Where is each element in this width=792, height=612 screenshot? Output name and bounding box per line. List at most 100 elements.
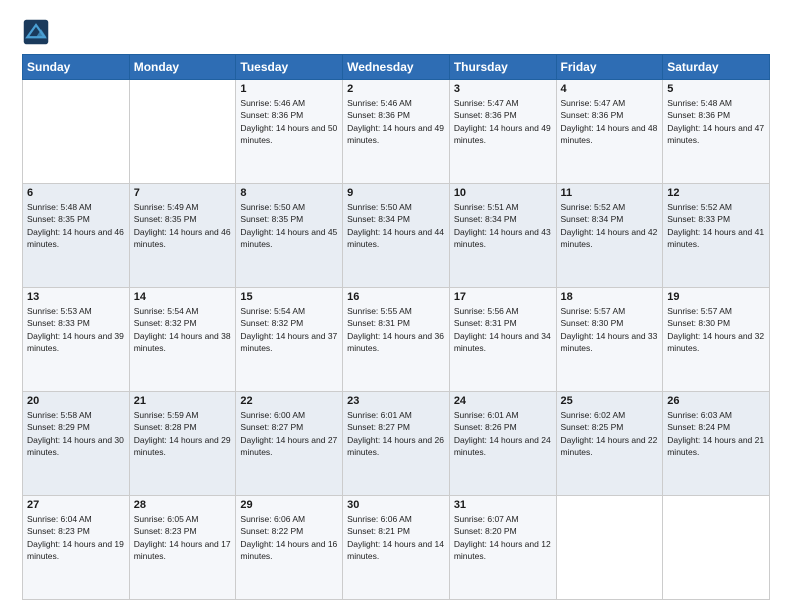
- sunset-text: Sunset: 8:28 PM: [134, 422, 197, 432]
- sunset-text: Sunset: 8:33 PM: [667, 214, 730, 224]
- sunrise-text: Sunrise: 6:01 AM: [347, 410, 412, 420]
- day-cell: 13 Sunrise: 5:53 AM Sunset: 8:33 PM Dayl…: [23, 288, 130, 392]
- sunrise-text: Sunrise: 6:04 AM: [27, 514, 92, 524]
- sunset-text: Sunset: 8:36 PM: [240, 110, 303, 120]
- weekday-header-monday: Monday: [129, 55, 236, 80]
- sunset-text: Sunset: 8:30 PM: [561, 318, 624, 328]
- sunset-text: Sunset: 8:36 PM: [347, 110, 410, 120]
- day-cell: 10 Sunrise: 5:51 AM Sunset: 8:34 PM Dayl…: [449, 184, 556, 288]
- sunrise-text: Sunrise: 5:47 AM: [454, 98, 519, 108]
- sunset-text: Sunset: 8:31 PM: [454, 318, 517, 328]
- day-number: 7: [134, 187, 232, 199]
- sunrise-text: Sunrise: 5:51 AM: [454, 202, 519, 212]
- week-row-2: 6 Sunrise: 5:48 AM Sunset: 8:35 PM Dayli…: [23, 184, 770, 288]
- daylight-text: Daylight: 14 hours and 37 minutes.: [240, 331, 337, 353]
- day-info: Sunrise: 5:54 AM Sunset: 8:32 PM Dayligh…: [240, 305, 338, 354]
- day-cell: 19 Sunrise: 5:57 AM Sunset: 8:30 PM Dayl…: [663, 288, 770, 392]
- day-number: 21: [134, 395, 232, 407]
- daylight-text: Daylight: 14 hours and 46 minutes.: [134, 227, 231, 249]
- week-row-1: 1 Sunrise: 5:46 AM Sunset: 8:36 PM Dayli…: [23, 80, 770, 184]
- sunset-text: Sunset: 8:35 PM: [27, 214, 90, 224]
- day-number: 10: [454, 187, 552, 199]
- daylight-text: Daylight: 14 hours and 50 minutes.: [240, 123, 337, 145]
- day-cell: 15 Sunrise: 5:54 AM Sunset: 8:32 PM Dayl…: [236, 288, 343, 392]
- daylight-text: Daylight: 14 hours and 30 minutes.: [27, 435, 124, 457]
- sunset-text: Sunset: 8:25 PM: [561, 422, 624, 432]
- day-info: Sunrise: 5:47 AM Sunset: 8:36 PM Dayligh…: [561, 97, 659, 146]
- day-cell: 25 Sunrise: 6:02 AM Sunset: 8:25 PM Dayl…: [556, 392, 663, 496]
- sunrise-text: Sunrise: 5:53 AM: [27, 306, 92, 316]
- calendar-table: SundayMondayTuesdayWednesdayThursdayFrid…: [22, 54, 770, 600]
- day-info: Sunrise: 5:52 AM Sunset: 8:34 PM Dayligh…: [561, 201, 659, 250]
- day-number: 28: [134, 499, 232, 511]
- daylight-text: Daylight: 14 hours and 27 minutes.: [240, 435, 337, 457]
- daylight-text: Daylight: 14 hours and 38 minutes.: [134, 331, 231, 353]
- daylight-text: Daylight: 14 hours and 34 minutes.: [454, 331, 551, 353]
- sunset-text: Sunset: 8:36 PM: [667, 110, 730, 120]
- day-cell: 30 Sunrise: 6:06 AM Sunset: 8:21 PM Dayl…: [343, 496, 450, 600]
- day-info: Sunrise: 6:01 AM Sunset: 8:27 PM Dayligh…: [347, 409, 445, 458]
- day-cell: [23, 80, 130, 184]
- day-cell: 27 Sunrise: 6:04 AM Sunset: 8:23 PM Dayl…: [23, 496, 130, 600]
- sunrise-text: Sunrise: 5:52 AM: [667, 202, 732, 212]
- day-cell: [556, 496, 663, 600]
- daylight-text: Daylight: 14 hours and 43 minutes.: [454, 227, 551, 249]
- sunset-text: Sunset: 8:36 PM: [454, 110, 517, 120]
- week-row-5: 27 Sunrise: 6:04 AM Sunset: 8:23 PM Dayl…: [23, 496, 770, 600]
- day-info: Sunrise: 6:01 AM Sunset: 8:26 PM Dayligh…: [454, 409, 552, 458]
- sunrise-text: Sunrise: 5:47 AM: [561, 98, 626, 108]
- sunset-text: Sunset: 8:34 PM: [454, 214, 517, 224]
- sunset-text: Sunset: 8:29 PM: [27, 422, 90, 432]
- day-cell: 23 Sunrise: 6:01 AM Sunset: 8:27 PM Dayl…: [343, 392, 450, 496]
- day-info: Sunrise: 6:00 AM Sunset: 8:27 PM Dayligh…: [240, 409, 338, 458]
- day-info: Sunrise: 5:50 AM Sunset: 8:35 PM Dayligh…: [240, 201, 338, 250]
- day-cell: 24 Sunrise: 6:01 AM Sunset: 8:26 PM Dayl…: [449, 392, 556, 496]
- day-cell: [663, 496, 770, 600]
- sunrise-text: Sunrise: 5:54 AM: [134, 306, 199, 316]
- sunset-text: Sunset: 8:27 PM: [240, 422, 303, 432]
- day-info: Sunrise: 6:06 AM Sunset: 8:22 PM Dayligh…: [240, 513, 338, 562]
- day-number: 12: [667, 187, 765, 199]
- day-cell: 28 Sunrise: 6:05 AM Sunset: 8:23 PM Dayl…: [129, 496, 236, 600]
- day-info: Sunrise: 5:57 AM Sunset: 8:30 PM Dayligh…: [667, 305, 765, 354]
- daylight-text: Daylight: 14 hours and 47 minutes.: [667, 123, 764, 145]
- day-cell: 22 Sunrise: 6:00 AM Sunset: 8:27 PM Dayl…: [236, 392, 343, 496]
- day-info: Sunrise: 5:55 AM Sunset: 8:31 PM Dayligh…: [347, 305, 445, 354]
- day-info: Sunrise: 5:48 AM Sunset: 8:35 PM Dayligh…: [27, 201, 125, 250]
- day-cell: 2 Sunrise: 5:46 AM Sunset: 8:36 PM Dayli…: [343, 80, 450, 184]
- day-info: Sunrise: 5:57 AM Sunset: 8:30 PM Dayligh…: [561, 305, 659, 354]
- daylight-text: Daylight: 14 hours and 33 minutes.: [561, 331, 658, 353]
- sunset-text: Sunset: 8:23 PM: [134, 526, 197, 536]
- daylight-text: Daylight: 14 hours and 39 minutes.: [27, 331, 124, 353]
- day-info: Sunrise: 5:50 AM Sunset: 8:34 PM Dayligh…: [347, 201, 445, 250]
- day-info: Sunrise: 6:07 AM Sunset: 8:20 PM Dayligh…: [454, 513, 552, 562]
- daylight-text: Daylight: 14 hours and 46 minutes.: [27, 227, 124, 249]
- day-number: 4: [561, 83, 659, 95]
- weekday-header-sunday: Sunday: [23, 55, 130, 80]
- day-info: Sunrise: 6:03 AM Sunset: 8:24 PM Dayligh…: [667, 409, 765, 458]
- daylight-text: Daylight: 14 hours and 42 minutes.: [561, 227, 658, 249]
- day-info: Sunrise: 5:59 AM Sunset: 8:28 PM Dayligh…: [134, 409, 232, 458]
- sunset-text: Sunset: 8:35 PM: [240, 214, 303, 224]
- day-cell: 16 Sunrise: 5:55 AM Sunset: 8:31 PM Dayl…: [343, 288, 450, 392]
- weekday-header-row: SundayMondayTuesdayWednesdayThursdayFrid…: [23, 55, 770, 80]
- sunrise-text: Sunrise: 6:03 AM: [667, 410, 732, 420]
- week-row-3: 13 Sunrise: 5:53 AM Sunset: 8:33 PM Dayl…: [23, 288, 770, 392]
- sunrise-text: Sunrise: 5:46 AM: [240, 98, 305, 108]
- logo: [22, 18, 54, 46]
- sunrise-text: Sunrise: 5:57 AM: [561, 306, 626, 316]
- day-number: 31: [454, 499, 552, 511]
- sunset-text: Sunset: 8:32 PM: [134, 318, 197, 328]
- day-cell: 17 Sunrise: 5:56 AM Sunset: 8:31 PM Dayl…: [449, 288, 556, 392]
- sunrise-text: Sunrise: 6:00 AM: [240, 410, 305, 420]
- sunrise-text: Sunrise: 6:07 AM: [454, 514, 519, 524]
- day-number: 14: [134, 291, 232, 303]
- day-cell: 11 Sunrise: 5:52 AM Sunset: 8:34 PM Dayl…: [556, 184, 663, 288]
- sunrise-text: Sunrise: 5:48 AM: [27, 202, 92, 212]
- day-info: Sunrise: 5:49 AM Sunset: 8:35 PM Dayligh…: [134, 201, 232, 250]
- sunset-text: Sunset: 8:22 PM: [240, 526, 303, 536]
- daylight-text: Daylight: 14 hours and 36 minutes.: [347, 331, 444, 353]
- sunset-text: Sunset: 8:34 PM: [347, 214, 410, 224]
- day-number: 6: [27, 187, 125, 199]
- sunrise-text: Sunrise: 6:02 AM: [561, 410, 626, 420]
